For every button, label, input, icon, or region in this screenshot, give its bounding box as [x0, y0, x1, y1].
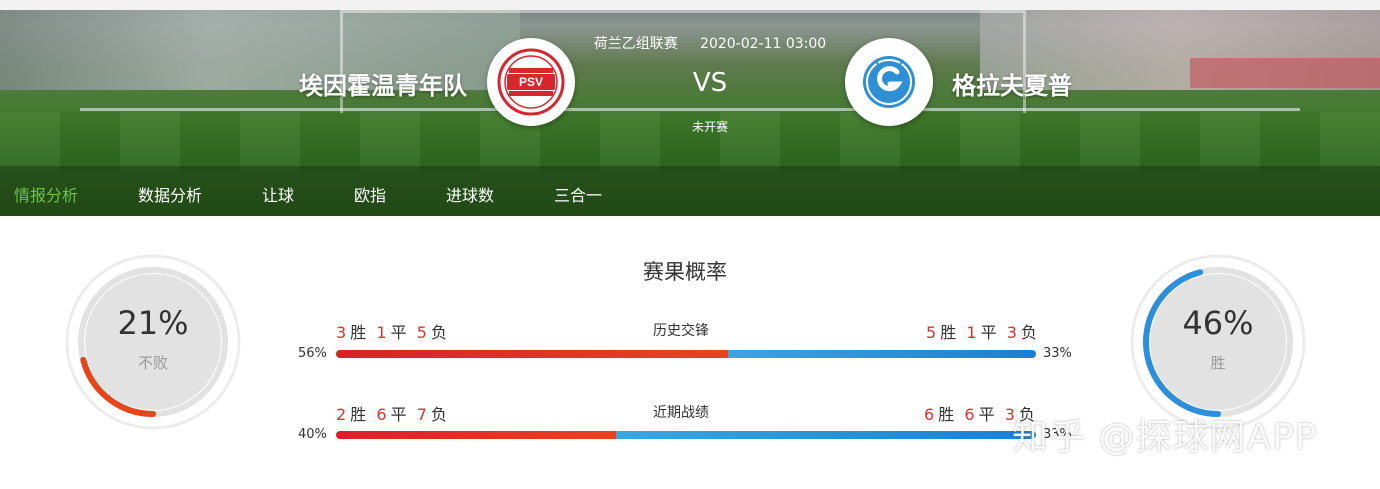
- home-team-name[interactable]: 埃因霍温青年队: [299, 66, 467, 101]
- h2h-away-draws: 1: [966, 323, 977, 342]
- away-team-name[interactable]: 格拉夫夏普: [952, 66, 1072, 101]
- h2h-label: 历史交锋: [653, 323, 709, 339]
- h2h-home-losses: 5: [416, 323, 427, 342]
- h2h-home-percent: 56%: [298, 346, 327, 361]
- recent-home-draws: 6: [376, 405, 387, 424]
- home-probability-value: 21%: [117, 304, 189, 342]
- h2h-away-percent: 33%: [1043, 346, 1072, 361]
- h2h-home-draws: 1: [376, 323, 387, 342]
- top-strip: [0, 0, 1380, 10]
- away-ring-chart: [1130, 254, 1306, 430]
- h2h-bar-away: [728, 350, 1036, 358]
- home-ring-chart: [65, 254, 241, 430]
- away-probability-label: 胜: [1210, 354, 1226, 372]
- home-probability-label: 不败: [137, 354, 168, 372]
- league-datetime: 荷兰乙组联赛 2020-02-11 03:00: [560, 33, 860, 53]
- match-datetime: 2020-02-11 03:00: [700, 36, 827, 52]
- recent-away-draws: 6: [964, 405, 975, 424]
- watermark-text: 知乎 @探球网APP: [1012, 417, 1318, 458]
- recent-home-percent: 40%: [298, 427, 327, 442]
- recent-home-losses: 7: [416, 405, 427, 424]
- h2h-away-wins: 5: [926, 323, 937, 342]
- match-header: 埃因霍温青年队 PSV 荷兰乙组联赛 2020-02-11 03:00 VS 未…: [0, 0, 1380, 216]
- tab-goals[interactable]: 进球数: [446, 182, 494, 206]
- away-team-logo[interactable]: [845, 38, 933, 126]
- league-name[interactable]: 荷兰乙组联赛: [594, 36, 678, 52]
- de-graafschap-logo-icon: [863, 56, 915, 108]
- recent-home-wins: 2: [336, 405, 347, 424]
- h2h-bar: [336, 350, 1036, 358]
- h2h-home-wins: 3: [336, 323, 347, 342]
- tab-three-in-one[interactable]: 三合一: [554, 182, 602, 206]
- tab-european-odds[interactable]: 欧指: [354, 182, 386, 206]
- away-probability-ring: 46% 胜: [1128, 252, 1308, 432]
- h2h-bar-home: [336, 350, 728, 358]
- h2h-away-losses: 3: [1006, 323, 1017, 342]
- tab-bar: 情报分析 数据分析 让球 欧指 进球数 三合一: [0, 166, 1380, 216]
- h2h-home-record: 3胜 1平 5负: [336, 323, 447, 342]
- stadium-banner: [1190, 58, 1380, 88]
- tab-handicap[interactable]: 让球: [262, 182, 294, 206]
- recent-label: 近期战绩: [653, 405, 709, 421]
- recent-bar-away: [616, 431, 1036, 439]
- home-probability-ring: 21% 不败: [63, 252, 243, 432]
- vs-label: VS: [692, 68, 728, 98]
- match-status: 未开赛: [691, 120, 728, 134]
- h2h-away-record: 5胜 1平 3负: [926, 323, 1037, 342]
- section-title: 赛果概率: [643, 260, 727, 284]
- recent-home-record: 2胜 6平 7负: [336, 405, 447, 424]
- pitch-line: [80, 108, 1300, 111]
- away-probability-value: 46%: [1182, 304, 1254, 342]
- recent-bar-home: [336, 431, 616, 439]
- tab-intel-analysis[interactable]: 情报分析: [14, 182, 78, 206]
- tab-data-analysis[interactable]: 数据分析: [138, 182, 202, 206]
- home-logo-text: PSV: [519, 75, 543, 89]
- recent-bar: [336, 431, 1036, 439]
- recent-away-wins: 6: [924, 405, 935, 424]
